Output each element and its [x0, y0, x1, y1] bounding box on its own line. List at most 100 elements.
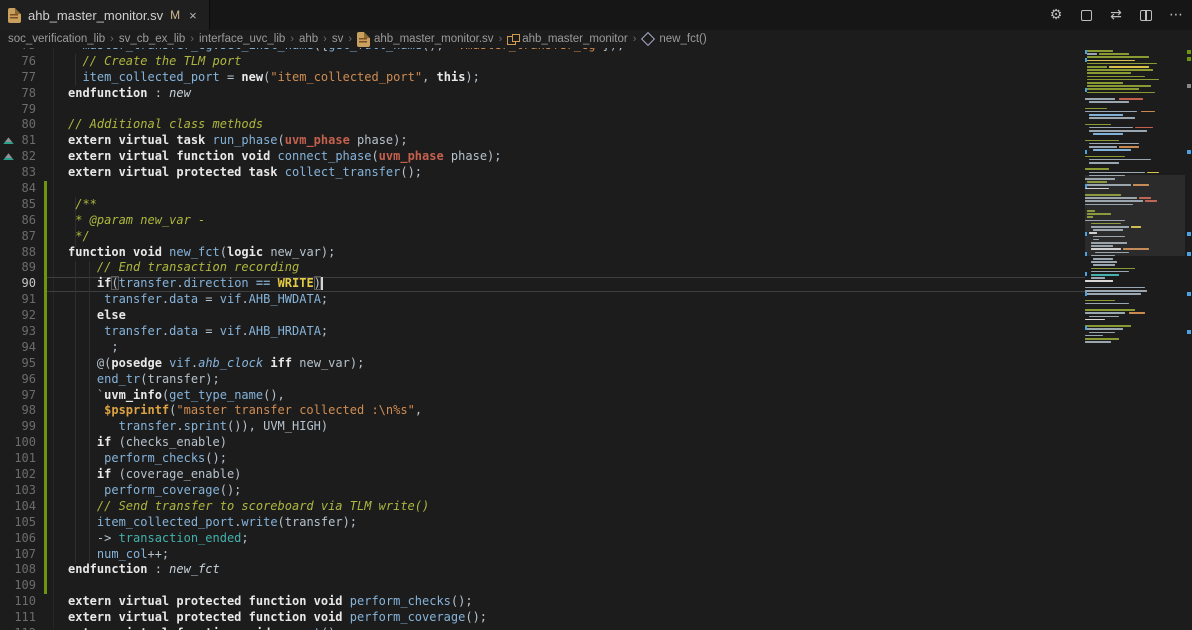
code-line[interactable]: 84	[0, 181, 1085, 197]
line-number[interactable]: 85	[0, 197, 36, 213]
tab-bar: ahb_master_monitor.sv M × ⚙ ⇄ ⋯	[0, 0, 1192, 30]
line-number[interactable]: 94	[0, 340, 36, 356]
breadcrumb-item[interactable]: new_fct()	[641, 33, 706, 45]
code-line[interactable]: 85 /**	[0, 197, 1085, 213]
code-line[interactable]: 98 $psprintf("master transfer collected …	[0, 403, 1085, 419]
line-number[interactable]: 106	[0, 531, 36, 547]
line-number[interactable]: 95	[0, 356, 36, 372]
settings-gear-icon[interactable]: ⚙	[1048, 7, 1064, 23]
breadcrumb-item[interactable]: soc_verification_lib	[8, 33, 105, 45]
line-number[interactable]: 107	[0, 547, 36, 563]
code-line[interactable]: 82extern virtual function void connect_p…	[0, 149, 1085, 165]
layout-icon[interactable]	[1078, 7, 1094, 23]
code-line[interactable]: 91 transfer.data = vif.AHB_HWDATA;	[0, 292, 1085, 308]
code-line[interactable]: 95 @(posedge vif.ahb_clock iff new_var);	[0, 356, 1085, 372]
minimap-viewport[interactable]	[1085, 175, 1185, 256]
line-number[interactable]: 98	[0, 403, 36, 419]
line-number[interactable]: 111	[0, 610, 36, 626]
line-number[interactable]: 91	[0, 292, 36, 308]
line-number[interactable]: 108	[0, 562, 36, 578]
code-line[interactable]: 106 -> transaction_ended;	[0, 531, 1085, 547]
breadcrumb-item[interactable]: sv_cb_ex_lib	[119, 33, 185, 45]
code-text: transfer.data = vif.AHB_HRDATA;	[68, 324, 328, 340]
line-number[interactable]: 88	[0, 245, 36, 261]
breadcrumb-label: sv_cb_ex_lib	[119, 33, 185, 45]
code-line[interactable]: 76 // Create the TLM port	[0, 54, 1085, 70]
code-line[interactable]: 89 // End transaction recording	[0, 260, 1085, 276]
code-line[interactable]: 112extern virtual function void report()…	[0, 626, 1085, 630]
code-editor[interactable]: 75 master_transfer_cg.set_inst_name({get…	[0, 48, 1192, 630]
overview-ruler[interactable]	[1185, 48, 1192, 630]
editor-tab[interactable]: ahb_master_monitor.sv M ×	[0, 0, 210, 30]
code-line[interactable]: 77 item_collected_port = new("item_colle…	[0, 70, 1085, 86]
line-number[interactable]: 93	[0, 324, 36, 340]
breadcrumb-label: ahb_master_monitor	[522, 33, 627, 45]
line-number[interactable]: 82	[0, 149, 36, 165]
line-number[interactable]: 86	[0, 213, 36, 229]
line-number[interactable]: 79	[0, 102, 36, 118]
code-line[interactable]: 104 // Send transfer to scoreboard via T…	[0, 499, 1085, 515]
line-number[interactable]: 104	[0, 499, 36, 515]
tab-close-icon[interactable]: ×	[187, 8, 199, 23]
breadcrumb-item[interactable]: ahb	[299, 33, 318, 45]
line-number[interactable]: 96	[0, 372, 36, 388]
code-line[interactable]: 90 if(transfer.direction == WRITE)	[0, 276, 1085, 292]
code-line[interactable]: 101 perform_checks();	[0, 451, 1085, 467]
line-number[interactable]: 103	[0, 483, 36, 499]
code-line[interactable]: 81extern virtual task run_phase(uvm_phas…	[0, 133, 1085, 149]
line-number[interactable]: 101	[0, 451, 36, 467]
code-line[interactable]: 86 * @param new_var -	[0, 213, 1085, 229]
code-line[interactable]: 102 if (coverage_enable)	[0, 467, 1085, 483]
line-number[interactable]: 76	[0, 54, 36, 70]
compare-changes-icon[interactable]: ⇄	[1108, 7, 1124, 23]
line-number[interactable]: 110	[0, 594, 36, 610]
line-number[interactable]: 90	[0, 276, 36, 292]
code-line[interactable]: 107 num_col++;	[0, 547, 1085, 563]
code-line[interactable]: 87 */	[0, 229, 1085, 245]
line-number[interactable]: 84	[0, 181, 36, 197]
code-line[interactable]: 94 ;	[0, 340, 1085, 356]
code-line[interactable]: 105 item_collected_port.write(transfer);	[0, 515, 1085, 531]
code-line[interactable]: 109	[0, 578, 1085, 594]
breadcrumb-item[interactable]: ahb_master_monitor.sv	[357, 32, 494, 47]
breadcrumb-item[interactable]: sv	[332, 33, 344, 45]
code-line[interactable]: 110extern virtual protected function voi…	[0, 594, 1085, 610]
code-line[interactable]: 100 if (checks_enable)	[0, 435, 1085, 451]
code-line[interactable]: 88function void new_fct(logic new_var);	[0, 245, 1085, 261]
code-line[interactable]: 108endfunction : new_fct	[0, 562, 1085, 578]
line-number[interactable]: 100	[0, 435, 36, 451]
line-number[interactable]: 99	[0, 419, 36, 435]
line-number[interactable]: 109	[0, 578, 36, 594]
line-number[interactable]: 77	[0, 70, 36, 86]
line-number[interactable]: 105	[0, 515, 36, 531]
code-line[interactable]: 80// Additional class methods	[0, 117, 1085, 133]
code-line[interactable]: 111extern virtual protected function voi…	[0, 610, 1085, 626]
code-line[interactable]: 93 transfer.data = vif.AHB_HRDATA;	[0, 324, 1085, 340]
minimap-code-row	[1087, 56, 1149, 58]
code-line[interactable]: 79	[0, 102, 1085, 118]
code-line[interactable]: 99 transfer.sprint()), UVM_HIGH)	[0, 419, 1085, 435]
minimap[interactable]	[1085, 48, 1185, 630]
line-number[interactable]: 80	[0, 117, 36, 133]
line-number[interactable]: 89	[0, 260, 36, 276]
more-actions-icon[interactable]: ⋯	[1168, 7, 1184, 23]
line-number[interactable]: 83	[0, 165, 36, 181]
code-line[interactable]: 83extern virtual protected task collect_…	[0, 165, 1085, 181]
split-editor-icon[interactable]	[1138, 7, 1154, 23]
code-line[interactable]: 97 `uvm_info(get_type_name(),	[0, 388, 1085, 404]
code-line[interactable]: 78endfunction : new	[0, 86, 1085, 102]
minimap-code-row	[1087, 85, 1151, 87]
code-line[interactable]: 96 end_tr(transfer);	[0, 372, 1085, 388]
line-number[interactable]: 81	[0, 133, 36, 149]
breadcrumb-item[interactable]: interface_uvc_lib	[199, 33, 285, 45]
breadcrumb-item[interactable]: ahb_master_monitor	[507, 33, 627, 45]
line-number[interactable]: 87	[0, 229, 36, 245]
code-line[interactable]: 92 else	[0, 308, 1085, 324]
code-line[interactable]: 103 perform_coverage();	[0, 483, 1085, 499]
line-number[interactable]: 97	[0, 388, 36, 404]
line-number[interactable]: 78	[0, 86, 36, 102]
line-number[interactable]: 112	[0, 626, 36, 630]
code-lines: 75 master_transfer_cg.set_inst_name({get…	[0, 48, 1085, 630]
line-number[interactable]: 92	[0, 308, 36, 324]
line-number[interactable]: 102	[0, 467, 36, 483]
